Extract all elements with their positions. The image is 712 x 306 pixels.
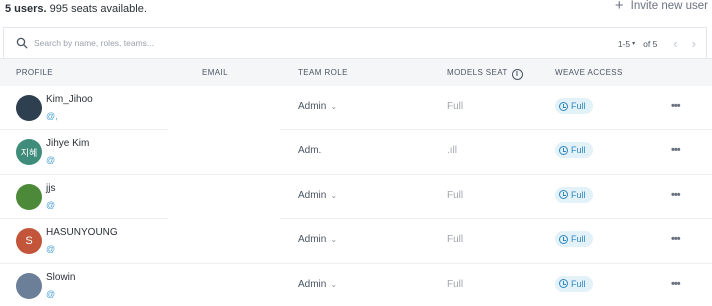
search-icon [16,37,28,49]
user-name[interactable]: jjs [46,183,55,194]
email-cell [168,219,280,264]
column-header-models-seat[interactable]: MODELS SEAT i [447,68,523,80]
team-role-select[interactable]: Admin ⌄ [298,279,337,290]
user-name[interactable]: Jihye Kim [46,138,89,149]
user-table-body: Kim_Jihoo @, Admin ⌄ Full Full ••• 지혜 Ji… [0,86,712,306]
clock-icon [559,234,568,244]
models-seat-value: Full [447,101,464,112]
clock-icon [559,190,568,200]
chevron-down-icon: ⌄ [330,235,338,245]
table-row[interactable]: Slowin @ Admin ⌄ Full Full ••• [0,263,712,306]
models-seat-value: Full [447,234,464,246]
user-name[interactable]: Slowin [46,272,75,283]
clock-icon [559,101,568,111]
weave-access-badge: Full [555,231,593,248]
clock-icon [559,145,568,155]
column-header-profile[interactable]: PROFILE [16,68,53,77]
chevron-down-icon: ⌄ [330,190,338,200]
column-header-email[interactable]: EMAIL [202,68,228,77]
chevron-left-icon[interactable]: ‹ [673,36,677,51]
team-role-value: Admin [298,278,327,290]
team-role-select[interactable]: Adm. [298,145,321,156]
invite-user-label: Invite new user [630,0,708,12]
avatar [16,272,42,299]
column-header-team-role[interactable]: TEAM ROLE [298,68,348,77]
team-role-select[interactable]: Admin ⌄ [298,190,337,201]
weave-access-value: Full [571,278,586,289]
team-role-select[interactable]: Admin ⌄ [298,234,337,245]
pagination: 1-5 ▾ of 5 ‹ › [618,36,696,51]
plus-icon: + [614,0,624,14]
weave-access-badge: Full [555,275,593,292]
page-total: of 5 [643,38,658,49]
team-role-value: Admin [298,101,327,112]
avatar: 지혜 [16,139,42,166]
team-role-value: Admin [298,189,327,201]
models-seat-value: Full [447,189,464,201]
page-range-label: 1-5 [617,38,631,49]
team-role-value: Adm. [298,145,322,157]
table-row[interactable]: Kim_Jihoo @, Admin ⌄ Full Full ••• [0,86,712,131]
weave-access-badge: Full [555,142,593,159]
more-options-icon[interactable]: ••• [671,144,681,156]
user-name[interactable]: Kim_Jihoo [46,94,93,105]
more-options-icon[interactable]: ••• [671,100,681,112]
email-cell [168,174,280,219]
table-row[interactable]: S HASUNYOUNG @ Admin ⌄ Full Full ••• [0,219,712,264]
team-role-value: Admin [298,234,327,246]
page-range-select[interactable]: 1-5 ▾ [618,39,635,49]
user-handle: @ [46,288,56,299]
avatar: S [16,228,42,255]
info-icon[interactable]: i [511,69,523,80]
more-options-icon[interactable]: ••• [671,189,681,201]
models-seat-value: .ıll [447,145,457,157]
user-handle: @ [46,199,56,210]
avatar [16,183,42,210]
more-options-icon[interactable]: ••• [671,233,681,245]
table-row[interactable]: jjs @ Admin ⌄ Full Full ••• [0,174,712,220]
team-role-select[interactable]: Admin ⌄ [298,101,337,112]
user-name[interactable]: HASUNYOUNG [46,227,118,238]
weave-access-badge: Full [555,186,593,203]
table-header: PROFILE EMAIL TEAM ROLE MODELS SEAT i WEA… [0,58,712,86]
invite-user-button[interactable]: + Invite new user [614,0,708,14]
weave-access-value: Full [571,145,586,156]
email-cell [168,130,280,175]
caret-down-icon: ▾ [632,41,636,47]
chevron-right-icon[interactable]: › [692,36,696,51]
chevron-down-icon: ⌄ [330,102,338,111]
user-handle: @, [46,111,58,121]
search-bar: 1-5 ▾ of 5 ‹ › [3,27,707,58]
models-seat-value: Full [447,278,464,290]
email-cell [168,86,280,130]
email-cell [168,263,280,306]
weave-access-value: Full [571,101,586,111]
user-summary: 5 users. 995 seats available. [5,3,147,15]
user-count: 5 users. [5,3,47,15]
avatar [16,95,42,121]
weave-access-value: Full [571,234,586,245]
weave-access-value: Full [571,189,586,200]
search-input[interactable] [34,34,334,52]
more-options-icon[interactable]: ••• [671,278,681,290]
user-handle: @ [46,155,56,166]
top-bar: 5 users. 995 seats available. + Invite n… [0,0,712,22]
chevron-down-icon: ⌄ [330,279,338,289]
table-row[interactable]: 지혜 Jihye Kim @ Adm. .ıll Full ••• [0,130,712,175]
user-handle: @ [46,244,56,255]
models-seat-label: MODELS SEAT [447,68,508,77]
weave-access-badge: Full [555,98,593,114]
seats-available: 995 seats available. [49,3,147,15]
clock-icon [559,279,568,289]
column-header-weave-access[interactable]: WEAVE ACCESS [555,68,623,77]
